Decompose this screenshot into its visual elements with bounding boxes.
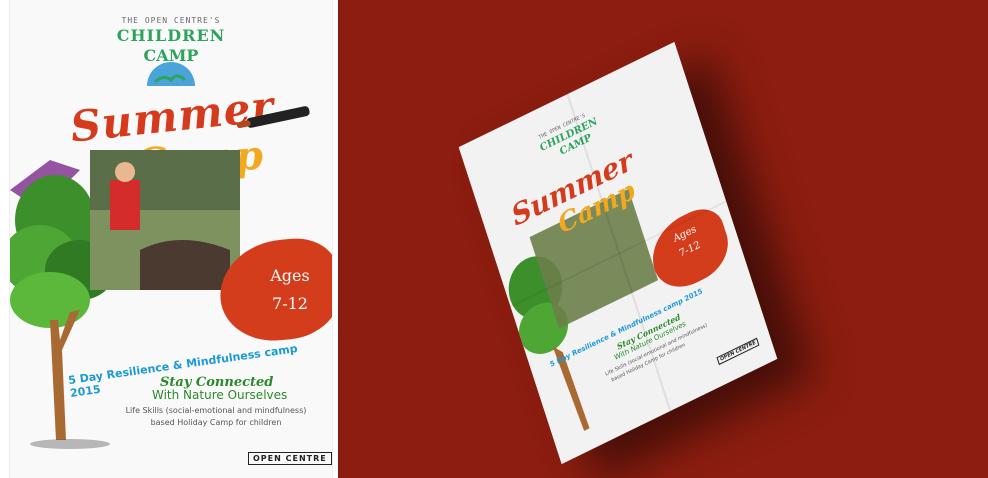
- description-1: Life Skills (social-emotional and mindfu…: [125, 406, 307, 415]
- description-2: based Holiday Camp for children: [150, 418, 282, 427]
- globe-icon: [147, 62, 195, 86]
- ages-label: Ages: [270, 266, 310, 285]
- camp-logo: THE OPEN CENTRE'S CHILDREN CAMP: [10, 10, 332, 90]
- brand-logo: OPEN CENTRE: [248, 452, 332, 465]
- mockup-brand-logo: OPEN CENTRE: [716, 337, 760, 366]
- ages-range: 7-12: [272, 294, 308, 313]
- mockup-stage: THE OPEN CENTRE'S CHILDREN CAMP Summer C…: [0, 0, 988, 478]
- flat-poster: THE OPEN CENTRE'S CHILDREN CAMP Summer C…: [10, 0, 332, 478]
- logo-line-1: THE OPEN CENTRE'S: [121, 16, 221, 25]
- logo-line-2: CHILDREN: [116, 26, 226, 45]
- tagline-2: With Nature Ourselves: [152, 388, 288, 402]
